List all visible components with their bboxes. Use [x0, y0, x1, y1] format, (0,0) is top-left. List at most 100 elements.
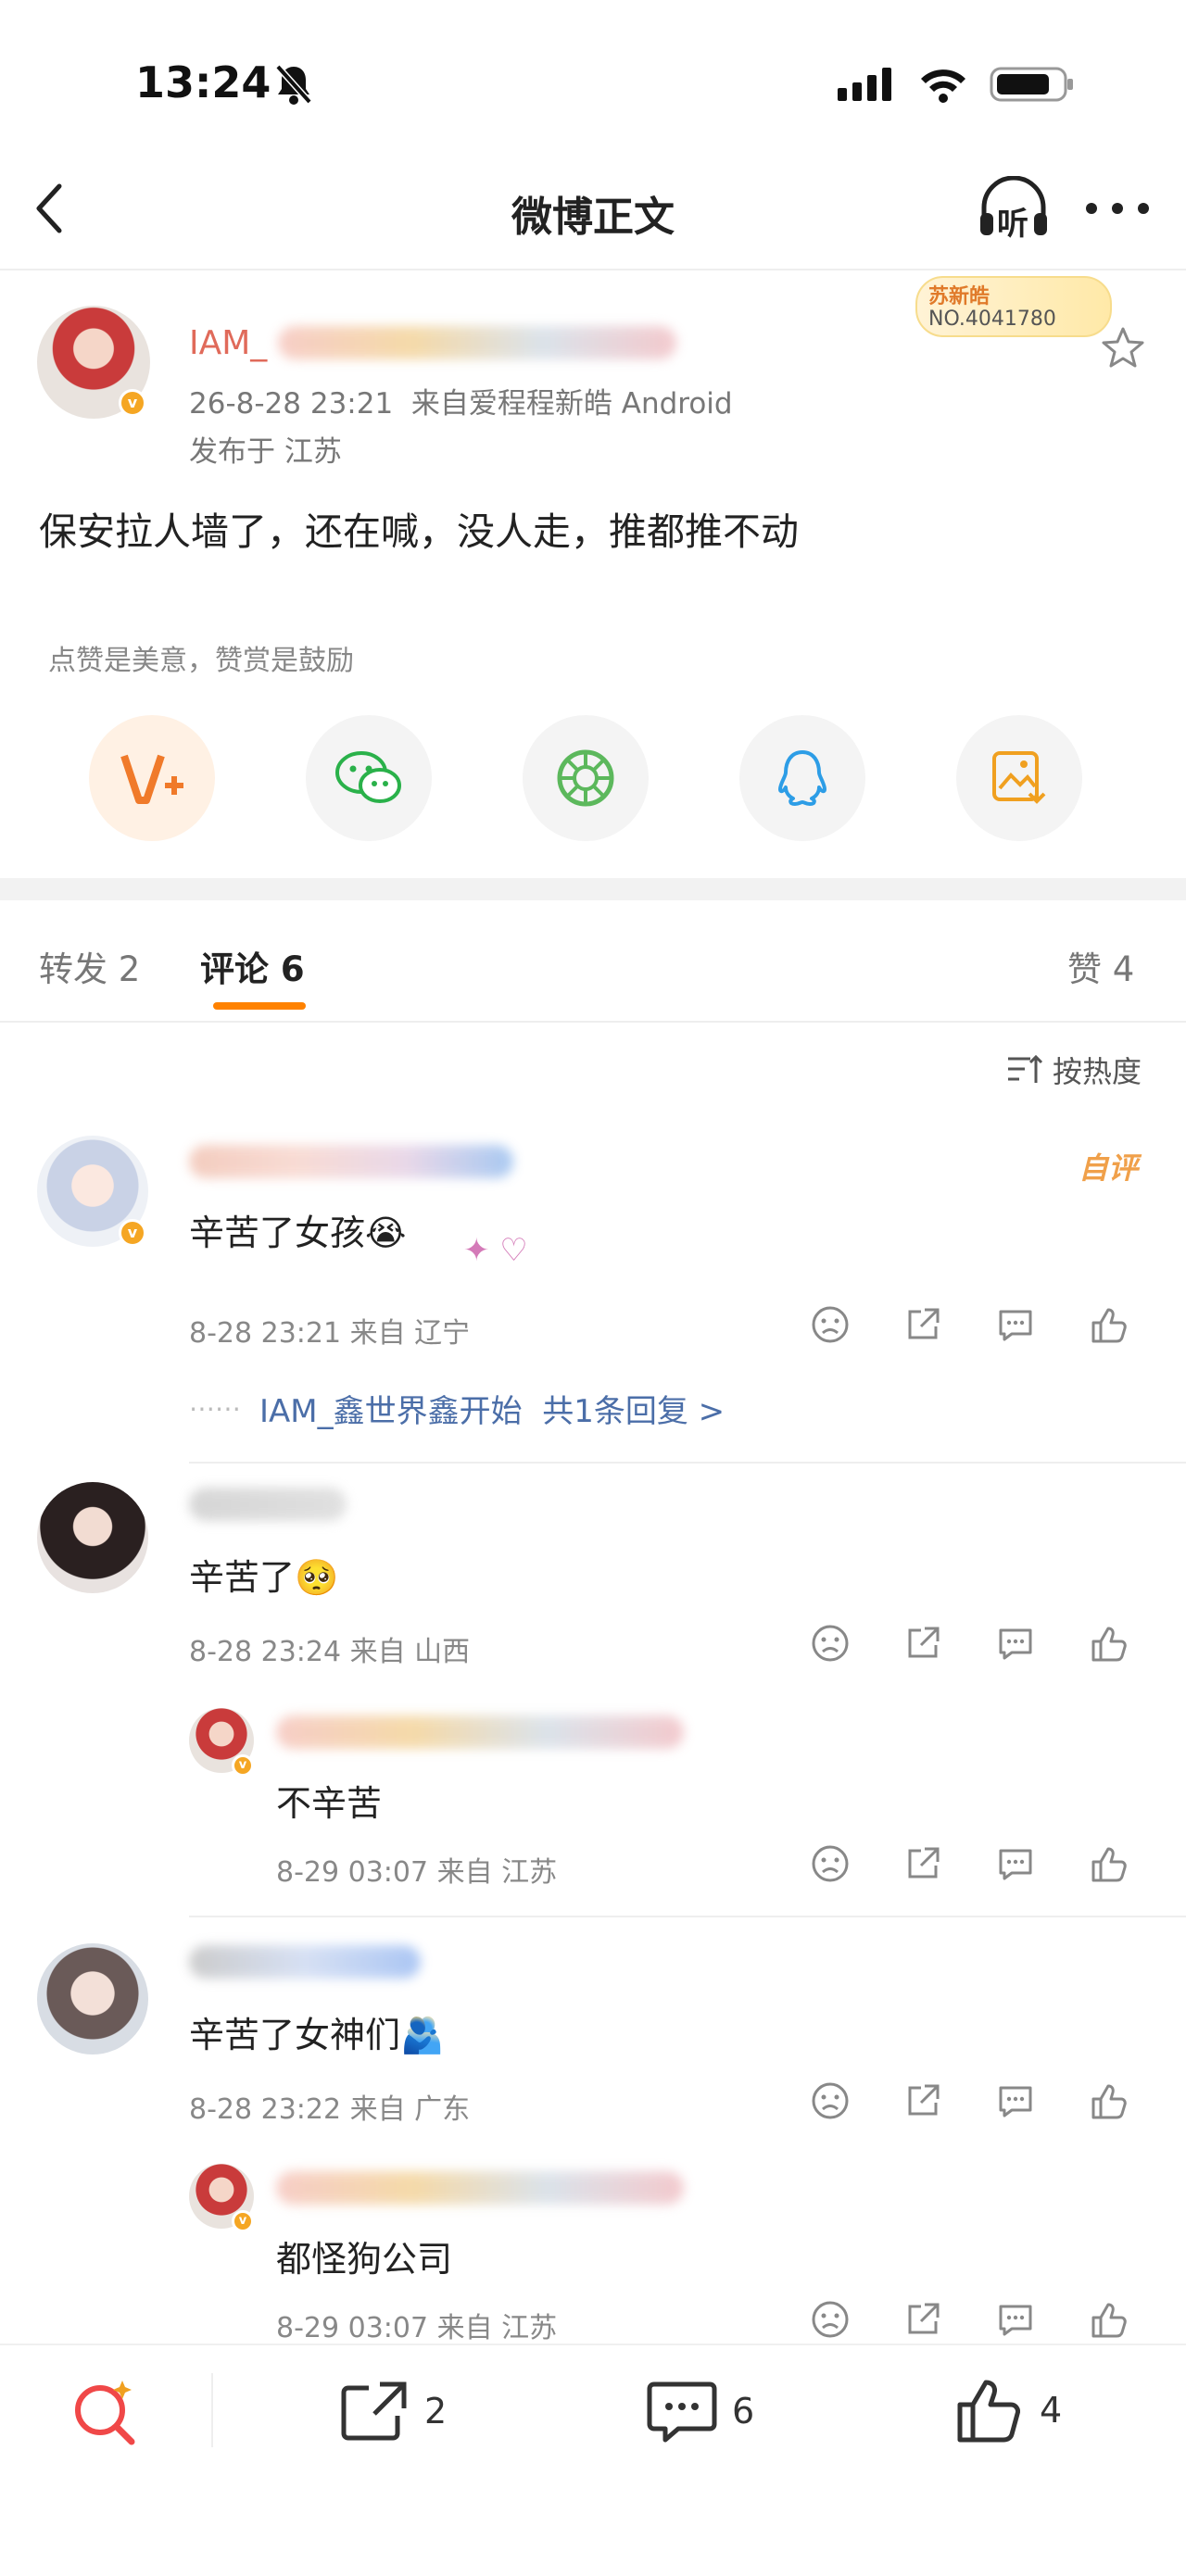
post-time-source: 26-8-28 23:21 来自爱程程新皓 Android — [189, 387, 733, 421]
more-dots-icon — [1086, 203, 1149, 214]
sort-button[interactable]: 按热度 — [1006, 1049, 1142, 1091]
comment-bubble-icon — [647, 2381, 717, 2443]
wechat-icon — [335, 751, 401, 803]
comment-meta: 8-28 23:22 来自 广东 — [189, 2093, 471, 2126]
repost-count: 2 — [424, 2391, 448, 2431]
dislike-face-icon[interactable] — [810, 1623, 851, 1664]
sort-icon — [1007, 1054, 1043, 1083]
reward-hint: 点赞是美意，赞赏是鼓励 — [48, 645, 354, 677]
listen-button[interactable]: 听 — [977, 175, 1051, 243]
repost-icon[interactable] — [902, 1304, 943, 1345]
comment-actions — [810, 1304, 1129, 1345]
commenter-name-blurred — [189, 1945, 421, 1979]
repost-icon[interactable] — [902, 2080, 943, 2121]
repost-icon[interactable] — [902, 1623, 943, 1664]
like-icon[interactable] — [1088, 1623, 1129, 1664]
save-image-icon — [992, 751, 1046, 804]
signal-icon — [838, 68, 891, 101]
dislike-face-icon[interactable] — [810, 1304, 851, 1345]
reply-link-text: IAM_鑫世界鑫开始 共1条回复 > — [259, 1393, 725, 1430]
post-location: 发布于 江苏 — [189, 435, 342, 469]
more-button[interactable] — [1082, 185, 1153, 232]
repost-icon[interactable] — [902, 2299, 943, 2340]
tab-comments[interactable]: 评论 6 — [200, 941, 305, 991]
battery-icon — [990, 67, 1073, 102]
reply-meta: 8-29 03:07 来自 江苏 — [276, 1856, 558, 1889]
tab-likes[interactable]: 赞 4 — [1067, 941, 1134, 991]
bottom-fill — [0, 2475, 1186, 2576]
heart-sticker: ✦ ♡ — [463, 1232, 528, 1269]
bottom-repost-button[interactable]: 2 — [339, 2379, 447, 2444]
repost-icon[interactable] — [902, 1843, 943, 1884]
reply-meta: 8-29 03:07 来自 江苏 — [276, 2312, 558, 2344]
moments-button[interactable] — [523, 715, 649, 841]
comment-text: 辛苦了女神们🫂 — [189, 2015, 445, 2055]
comment-count: 6 — [732, 2391, 755, 2431]
post-text: 保安拉人墙了，还在喊，没人走，推都推不动 — [39, 509, 799, 554]
fan-badge[interactable]: 苏新皓 NO.4041780 — [915, 276, 1112, 337]
moments-icon — [557, 749, 614, 807]
commenter-name-blurred — [189, 1488, 347, 1521]
like-icon[interactable] — [1088, 2080, 1129, 2121]
wechat-button[interactable] — [306, 715, 432, 841]
reply-dots: ⋯⋯ — [189, 1393, 241, 1424]
fan-badge-number: NO.4041780 — [928, 308, 1056, 331]
author-name-text: IAM_ — [189, 324, 268, 362]
vplus-icon — [120, 754, 183, 804]
like-icon[interactable] — [1088, 2299, 1129, 2340]
replier-name-blurred — [276, 1715, 684, 1749]
like-icon[interactable] — [1088, 1843, 1129, 1884]
bottom-like-button[interactable]: 4 — [954, 2375, 1062, 2445]
comment-actions — [810, 2080, 1129, 2121]
ai-search-icon — [75, 2381, 135, 2445]
nav-divider — [0, 269, 1186, 270]
vplus-button[interactable] — [89, 715, 215, 841]
reply-link[interactable]: ⋯⋯ IAM_鑫世界鑫开始 共1条回复 > — [189, 1386, 725, 1431]
reply-actions — [810, 1843, 1129, 1884]
qq-button[interactable] — [739, 715, 865, 841]
qq-icon — [778, 750, 826, 806]
comment-icon[interactable] — [995, 1843, 1036, 1884]
comment-text: 辛苦了女孩😭 — [189, 1213, 407, 1253]
dislike-face-icon[interactable] — [810, 2299, 851, 2340]
fan-badge-name: 苏新皓 — [928, 285, 990, 308]
repost-icon — [341, 2381, 407, 2441]
like-count: 4 — [1040, 2390, 1063, 2431]
comment-icon[interactable] — [995, 1304, 1036, 1345]
reply-text: 都怪狗公司 — [276, 2239, 453, 2280]
comment-avatar[interactable] — [37, 1943, 148, 2055]
verified-badge-icon: v — [119, 1219, 146, 1247]
comment-divider — [189, 1462, 1186, 1464]
tab-repost[interactable]: 转发 2 — [39, 941, 140, 991]
wifi-icon — [921, 69, 965, 103]
comment-divider — [189, 1916, 1186, 1917]
status-icons — [838, 65, 1075, 104]
replier-name-blurred — [276, 2171, 684, 2205]
section-separator — [0, 878, 1186, 900]
comment-icon[interactable] — [995, 2299, 1036, 2340]
bottom-action-bar: 2 6 4 — [0, 2344, 1186, 2473]
author-name[interactable]: IAM_ — [189, 324, 267, 362]
commenter-name-blurred — [189, 1145, 513, 1178]
dislike-face-icon[interactable] — [810, 2080, 851, 2121]
bottom-divider — [211, 2373, 213, 2447]
comment-icon[interactable] — [995, 1623, 1036, 1664]
mute-bell-icon — [274, 63, 313, 106]
favorite-star-icon[interactable] — [1101, 326, 1145, 372]
like-icon[interactable] — [1088, 1304, 1129, 1345]
author-name-blurred — [278, 326, 676, 359]
share-row — [89, 715, 1082, 841]
dislike-face-icon[interactable] — [810, 1843, 851, 1884]
tab-active-indicator — [213, 1002, 306, 1010]
comment-icon[interactable] — [995, 2080, 1036, 2121]
comment-avatar[interactable] — [37, 1482, 148, 1593]
listen-label: 听 — [997, 206, 1028, 243]
comment-actions — [810, 1623, 1129, 1664]
verified-badge-icon: v — [119, 389, 146, 417]
ai-search-button[interactable] — [70, 2377, 141, 2451]
save-image-button[interactable] — [956, 715, 1082, 841]
comment-text: 辛苦了🥺 — [189, 1557, 339, 1598]
status-time: 13:24 — [135, 57, 271, 107]
bottom-comment-button[interactable]: 6 — [647, 2379, 754, 2444]
author-tag: 自评 — [1079, 1150, 1139, 1186]
